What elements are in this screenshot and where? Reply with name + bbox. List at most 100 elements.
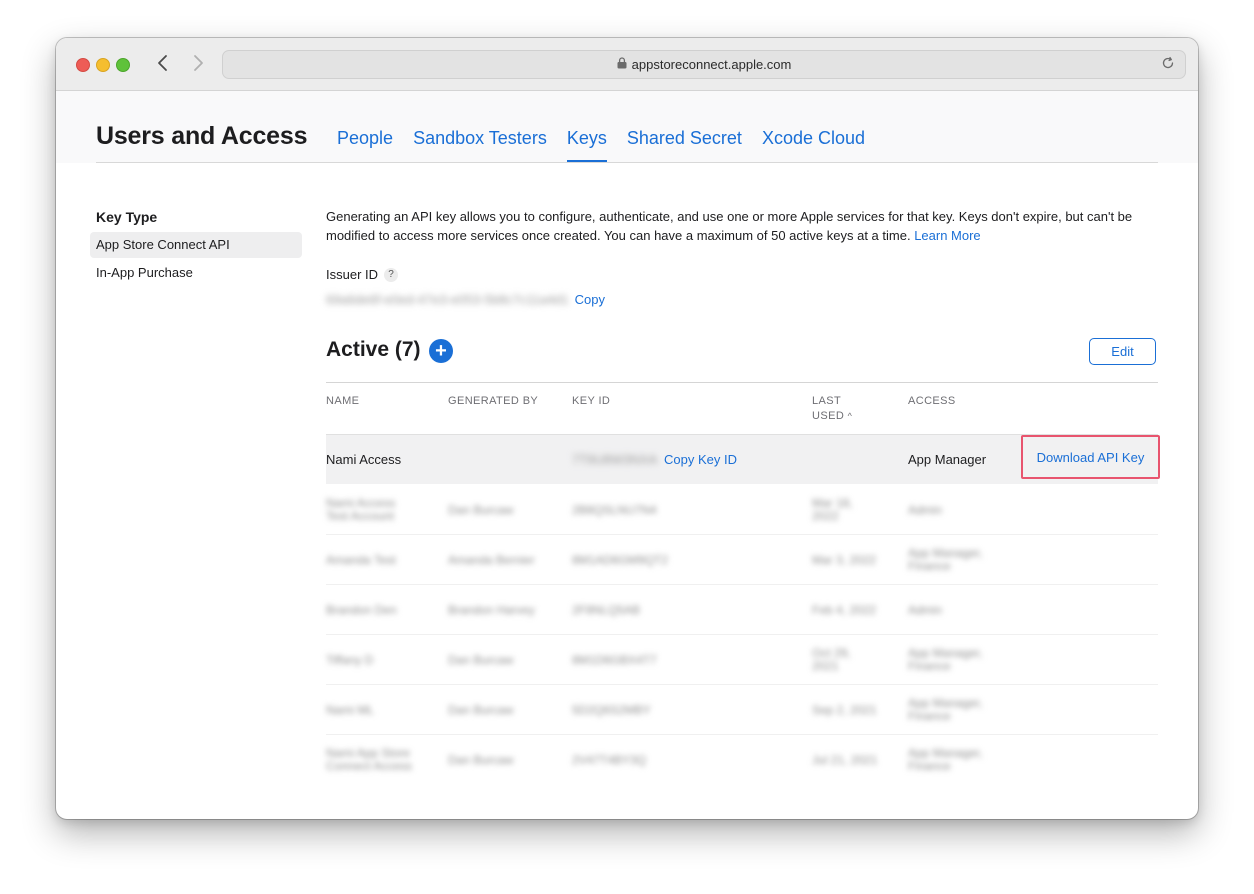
key-access-line: Finance	[908, 559, 951, 573]
key-access: App Manager, Finance	[908, 747, 983, 773]
active-keys-heading: Active (7)	[326, 338, 421, 361]
url-text: appstoreconnect.apple.com	[631, 57, 792, 72]
key-name-line: Brandon Den	[326, 603, 397, 617]
key-access-line: Admin	[908, 503, 943, 517]
key-name: Nami ML	[326, 704, 374, 717]
add-key-button[interactable]: +	[429, 339, 453, 363]
keys-description: Generating an API key allows you to conf…	[326, 207, 1166, 245]
page-title: Users and Access	[96, 122, 308, 150]
key-access-line: Finance	[908, 759, 951, 773]
table-divider	[326, 382, 1158, 383]
key-last-used-line: Mar 3, 2022	[812, 553, 877, 567]
browser-window: appstoreconnect.apple.com Users and Acce…	[56, 38, 1198, 819]
download-api-key-link[interactable]: Download API Key	[1021, 435, 1160, 479]
sidebar-item-app-store-connect-api[interactable]: App Store Connect API	[90, 232, 302, 258]
key-id-value: 8M1D6GBX4T7	[572, 654, 657, 667]
key-access: App Manager, Finance	[908, 547, 983, 573]
forward-arrow-icon[interactable]	[188, 52, 208, 74]
key-id-value-line: 2B8QSLNU7N4	[572, 503, 657, 517]
reload-icon[interactable]	[1161, 56, 1175, 73]
key-name: Nami App Store Connect Access	[326, 747, 412, 773]
address-bar[interactable]: appstoreconnect.apple.com	[222, 50, 1186, 79]
tab-people[interactable]: People	[337, 128, 393, 162]
key-last-used: Sep 2, 2021	[812, 704, 877, 717]
key-name: Amanda Test	[326, 554, 396, 567]
key-name: Nami Access	[326, 452, 402, 467]
key-last-used: Mar 3, 2022	[812, 554, 876, 567]
column-header-name: NAME	[326, 395, 360, 407]
key-last-used-line: Jul 21, 2021	[812, 753, 878, 767]
column-header-used: USED	[812, 410, 845, 422]
key-name: Tiffany D	[326, 654, 373, 667]
key-last-used: Oct 29, 2021	[812, 647, 851, 673]
key-id-value-line: 8M1AD6GM9QT2	[572, 553, 669, 567]
key-last-used-line: 2021	[812, 659, 839, 673]
key-id-value: 7T9U8W3NXA	[572, 452, 658, 467]
key-last-used: Jul 21, 2021	[812, 754, 877, 767]
back-arrow-icon[interactable]	[154, 52, 174, 74]
learn-more-link[interactable]: Learn More	[914, 228, 980, 243]
tab-keys[interactable]: Keys	[566, 128, 607, 162]
issuer-id-value: 69a6de6f-e0ed-47e3-e053-5b8c7c11a4d1	[326, 292, 569, 307]
section-tabs: People Sandbox Testers Keys Shared Secre…	[337, 128, 885, 162]
edit-button[interactable]: Edit	[1089, 338, 1156, 365]
key-generated-by-line: Dan Burcaw	[448, 753, 514, 767]
tab-xcode-cloud[interactable]: Xcode Cloud	[762, 128, 865, 162]
key-id-value: 2V47T4BY3Q	[572, 754, 646, 767]
row-divider	[326, 584, 1158, 585]
key-access-line: Admin	[908, 603, 943, 617]
key-last-used: Feb 4, 2022	[812, 604, 876, 617]
browser-toolbar: appstoreconnect.apple.com	[56, 38, 1198, 91]
row-divider	[326, 684, 1158, 685]
key-id-value: 2B8QSLNU7N4	[572, 504, 657, 517]
key-name-line: Nami ML	[326, 703, 375, 717]
sidebar-item-in-app-purchase[interactable]: In-App Purchase	[90, 260, 302, 286]
key-name-line: Test Account	[326, 509, 395, 523]
column-header-last-used[interactable]: LAST USED ^	[812, 394, 852, 424]
row-divider	[326, 734, 1158, 735]
key-id-value-line: 5D2Q6S2MBY	[572, 703, 651, 717]
key-name-line: Amanda Test	[326, 553, 396, 567]
issuer-id-label-text: Issuer ID	[326, 267, 379, 282]
column-header-last: LAST	[812, 395, 842, 407]
key-id-value-line: 8M1D6GBX4T7	[572, 653, 657, 667]
key-last-used: Mar 18, 2022	[812, 497, 853, 523]
key-generated-by-line: Dan Burcaw	[448, 503, 514, 517]
zoom-window-button[interactable]	[116, 58, 130, 72]
minimize-window-button[interactable]	[96, 58, 110, 72]
key-type-heading: Key Type	[96, 209, 158, 225]
header-divider	[96, 162, 1158, 163]
copy-key-id-link[interactable]: Copy Key ID	[664, 452, 737, 467]
key-id-value: 2F8NLQ5AB	[572, 604, 640, 617]
key-last-used-line: Feb 4, 2022	[812, 603, 877, 617]
key-generated-by: Dan Burcaw	[448, 754, 513, 767]
description-text: Generating an API key allows you to conf…	[326, 209, 1133, 243]
issuer-id-label: Issuer ID ?	[326, 267, 399, 282]
key-generated-by: Brandon Harvey	[448, 604, 535, 617]
column-header-generated-by: GENERATED BY	[448, 395, 539, 407]
tab-sandbox-testers[interactable]: Sandbox Testers	[413, 128, 547, 162]
key-generated-by: Amanda Bernier	[448, 554, 535, 567]
key-generated-by-line: Brandon Harvey	[448, 603, 535, 617]
key-id-value-line: 2F8NLQ5AB	[572, 603, 641, 617]
key-generated-by: Dan Burcaw	[448, 704, 513, 717]
key-name: Nami Access Test Account	[326, 497, 395, 523]
close-window-button[interactable]	[76, 58, 90, 72]
column-header-key-id: KEY ID	[572, 395, 611, 407]
key-access-line: Finance	[908, 709, 951, 723]
key-access: App Manager, Finance	[908, 647, 983, 673]
key-id-value-line: 2V47T4BY3Q	[572, 753, 647, 767]
column-header-access: ACCESS	[908, 395, 956, 407]
help-icon[interactable]: ?	[384, 267, 399, 282]
key-id-value: 8M1AD6GM9QT2	[572, 554, 668, 567]
lock-icon	[617, 57, 627, 72]
row-divider	[326, 534, 1158, 535]
tab-shared-secret[interactable]: Shared Secret	[627, 128, 742, 162]
copy-issuer-id-link[interactable]: Copy	[575, 292, 605, 307]
key-generated-by: Dan Burcaw	[448, 654, 513, 667]
key-access: Admin	[908, 504, 942, 517]
key-id-value: 5D2Q6S2MBY	[572, 704, 651, 717]
key-access: App Manager	[908, 452, 987, 467]
key-generated-by: Dan Burcaw	[448, 504, 513, 517]
issuer-id-row: 69a6de6f-e0ed-47e3-e053-5b8c7c11a4d1 Cop…	[326, 292, 605, 307]
